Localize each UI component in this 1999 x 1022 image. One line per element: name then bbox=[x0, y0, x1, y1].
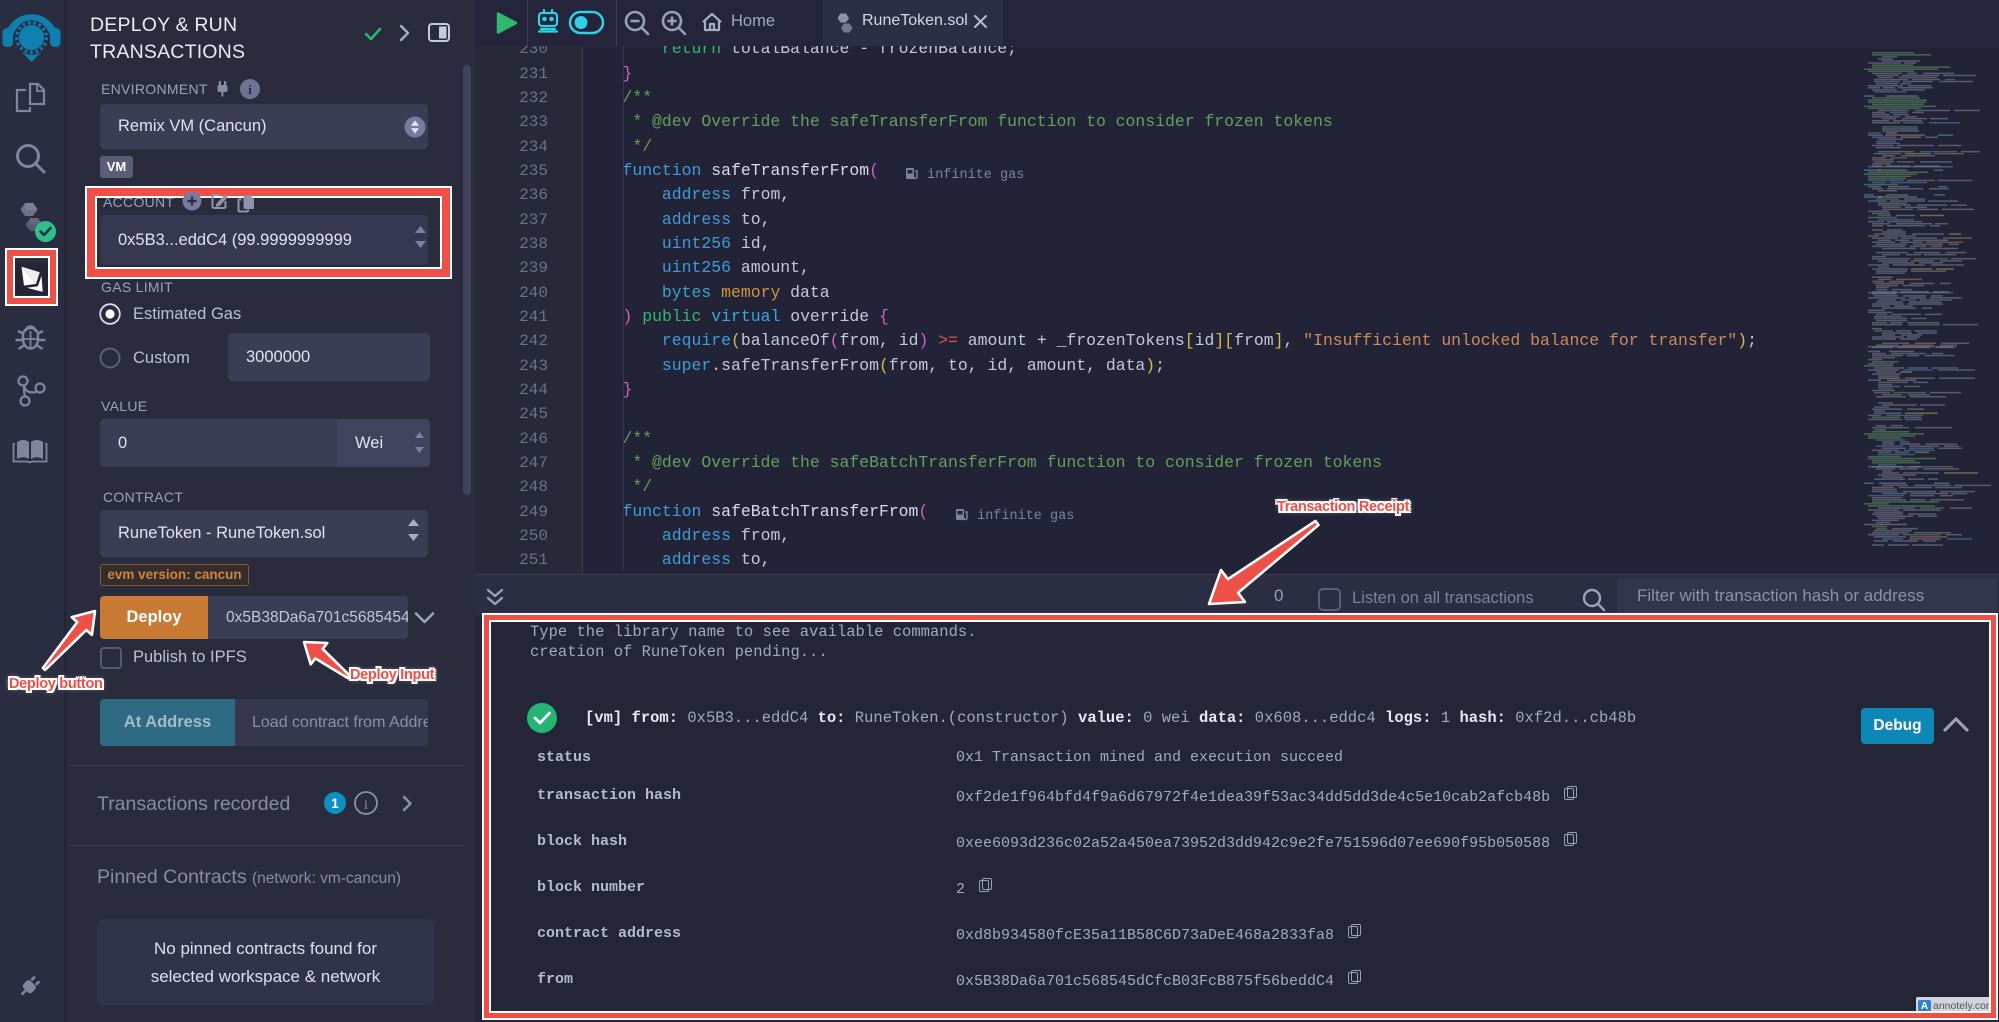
svg-text:1: 1 bbox=[331, 796, 339, 811]
svg-text:i: i bbox=[364, 798, 368, 813]
svg-text:i: i bbox=[248, 82, 252, 97]
